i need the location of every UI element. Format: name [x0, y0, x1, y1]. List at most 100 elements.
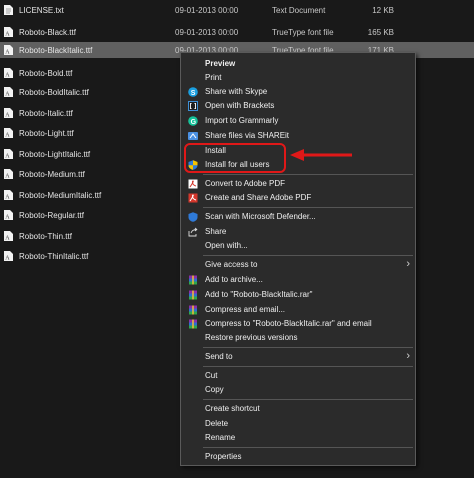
- context-menu: Preview Print S Share with Skype Open wi…: [180, 52, 416, 466]
- menu-item-open-with[interactable]: Open with...: [181, 239, 415, 253]
- file-name: Roboto-Bold.ttf: [19, 69, 73, 78]
- file-size: 12 KB: [372, 6, 394, 15]
- menu-item-label: Copy: [205, 385, 224, 394]
- menu-item-label: Create and Share Adobe PDF: [205, 193, 312, 202]
- menu-item-label: Import to Grammarly: [205, 116, 279, 125]
- brackets-icon: [188, 101, 198, 111]
- menu-item-label: Restore previous versions: [205, 333, 298, 342]
- menu-item-compress-rar-email[interactable]: Compress to "Roboto-BlackItalic.rar" and…: [181, 317, 415, 331]
- menu-item-share[interactable]: Share: [181, 225, 415, 239]
- svg-text:A: A: [5, 113, 10, 119]
- file-name: Roboto-Light.ttf: [19, 129, 74, 138]
- menu-item-import-grammarly[interactable]: G Import to Grammarly: [181, 114, 415, 128]
- menu-separator: [203, 447, 413, 448]
- menu-item-label: Create shortcut: [205, 404, 260, 413]
- menu-item-label: Share: [205, 227, 227, 236]
- file-row[interactable]: LICENSE.txt 09-01-2013 00:00 Text Docume…: [0, 2, 474, 18]
- menu-item-properties[interactable]: Properties: [181, 450, 415, 464]
- adobe-pdf-icon: [188, 193, 198, 203]
- menu-item-rename[interactable]: Rename: [181, 431, 415, 445]
- winrar-icon: [189, 290, 197, 300]
- menu-item-give-access[interactable]: Give access to ›: [181, 258, 415, 272]
- menu-item-create-shortcut[interactable]: Create shortcut: [181, 402, 415, 416]
- adobe-pdf-icon: [188, 179, 198, 189]
- font-file-icon: A: [4, 169, 13, 179]
- menu-item-cut[interactable]: Cut: [181, 369, 415, 383]
- menu-item-label: Scan with Microsoft Defender...: [205, 212, 316, 221]
- font-file-icon: A: [4, 87, 13, 97]
- file-name: Roboto-Regular.ttf: [19, 211, 84, 220]
- menu-item-print[interactable]: Print: [181, 71, 415, 85]
- font-file-icon: A: [4, 68, 13, 78]
- menu-item-open-brackets[interactable]: Open with Brackets: [181, 99, 415, 113]
- menu-item-add-rar[interactable]: Add to "Roboto-BlackItalic.rar": [181, 288, 415, 302]
- chevron-right-icon: ›: [406, 350, 410, 362]
- menu-item-label: Share files via SHAREit: [205, 131, 290, 140]
- grammarly-icon: G: [188, 116, 198, 126]
- winrar-icon: [189, 275, 197, 285]
- menu-separator: [203, 399, 413, 400]
- menu-item-delete[interactable]: Delete: [181, 417, 415, 431]
- menu-item-share-skype[interactable]: S Share with Skype: [181, 85, 415, 99]
- defender-shield-icon: [188, 212, 198, 222]
- file-row[interactable]: A Roboto-Black.ttf 09-01-2013 00:00 True…: [0, 24, 474, 40]
- file-type: Text Document: [272, 6, 326, 15]
- font-file-icon: A: [4, 210, 13, 220]
- install-highlight-box: [184, 143, 286, 173]
- font-file-icon: A: [4, 45, 13, 55]
- file-name: Roboto-Black.ttf: [19, 28, 76, 37]
- svg-text:S: S: [191, 90, 196, 97]
- svg-text:A: A: [5, 92, 10, 98]
- font-file-icon: A: [4, 190, 13, 200]
- skype-icon: S: [188, 87, 198, 97]
- menu-item-create-share-pdf[interactable]: Create and Share Adobe PDF: [181, 191, 415, 205]
- svg-text:A: A: [5, 215, 10, 221]
- font-file-icon: A: [4, 251, 13, 261]
- menu-separator: [203, 207, 413, 208]
- red-arrow-icon: [290, 149, 352, 161]
- svg-text:A: A: [5, 195, 10, 201]
- svg-text:A: A: [5, 236, 10, 242]
- menu-item-label: Properties: [205, 452, 242, 461]
- menu-item-label: Compress to "Roboto-BlackItalic.rar" and…: [205, 319, 372, 328]
- file-type: TrueType font file: [272, 28, 334, 37]
- menu-separator: [203, 255, 413, 256]
- svg-text:A: A: [5, 133, 10, 139]
- menu-item-restore-versions[interactable]: Restore previous versions: [181, 331, 415, 345]
- share-icon: [188, 227, 198, 237]
- file-date: 09-01-2013 00:00: [175, 6, 239, 15]
- menu-item-label: Send to: [205, 352, 233, 361]
- file-name: Roboto-ThinItalic.ttf: [19, 252, 89, 261]
- file-name: Roboto-Medium.ttf: [19, 170, 85, 179]
- font-file-icon: A: [4, 27, 13, 37]
- menu-item-share-shareit[interactable]: Share files via SHAREit: [181, 129, 415, 143]
- menu-item-label: Convert to Adobe PDF: [205, 179, 286, 188]
- menu-item-compress-email[interactable]: Compress and email...: [181, 303, 415, 317]
- file-name: Roboto-Italic.ttf: [19, 109, 73, 118]
- menu-item-preview[interactable]: Preview: [181, 57, 415, 71]
- menu-item-copy[interactable]: Copy: [181, 383, 415, 397]
- menu-item-add-archive[interactable]: Add to archive...: [181, 273, 415, 287]
- menu-item-label: Add to "Roboto-BlackItalic.rar": [205, 290, 313, 299]
- svg-text:G: G: [191, 119, 197, 126]
- winrar-icon: [189, 319, 197, 329]
- menu-separator: [203, 347, 413, 348]
- font-file-icon: A: [4, 149, 13, 159]
- text-file-icon: [4, 5, 13, 15]
- winrar-icon: [189, 305, 197, 315]
- menu-item-send-to[interactable]: Send to ›: [181, 350, 415, 364]
- font-file-icon: A: [4, 108, 13, 118]
- svg-text:A: A: [5, 256, 10, 262]
- file-size: 165 KB: [367, 28, 394, 37]
- shareit-icon: [188, 132, 198, 140]
- menu-separator: [203, 174, 413, 175]
- menu-item-convert-pdf[interactable]: Convert to Adobe PDF: [181, 177, 415, 191]
- menu-item-label: Compress and email...: [205, 305, 286, 314]
- svg-text:A: A: [5, 154, 10, 160]
- menu-item-label: Give access to: [205, 260, 258, 269]
- font-file-icon: A: [4, 128, 13, 138]
- menu-separator: [203, 366, 413, 367]
- menu-item-label: Rename: [205, 433, 236, 442]
- menu-item-scan-defender[interactable]: Scan with Microsoft Defender...: [181, 210, 415, 224]
- menu-item-label: Preview: [205, 59, 236, 68]
